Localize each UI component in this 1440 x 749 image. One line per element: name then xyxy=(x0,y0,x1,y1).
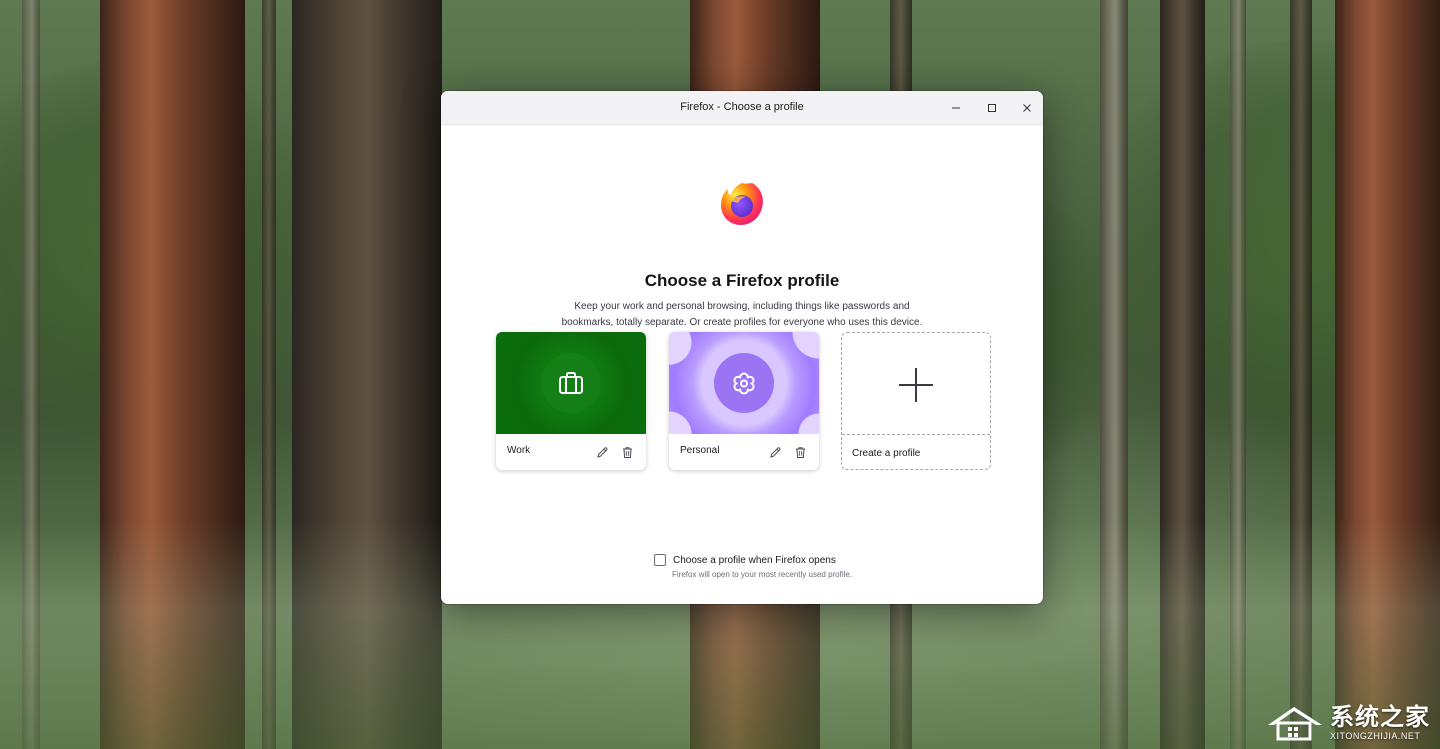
startup-checkbox-label: Choose a profile when Firefox opens xyxy=(673,554,836,566)
profile-name: Work xyxy=(507,445,531,456)
delete-profile-button[interactable] xyxy=(619,444,635,460)
pencil-icon xyxy=(769,446,780,458)
plus-icon xyxy=(899,368,933,402)
profile-avatar xyxy=(541,353,601,413)
profile-card-personal[interactable]: Personal xyxy=(669,332,819,470)
page-description: Keep your work and personal browsing, in… xyxy=(561,301,923,328)
delete-profile-button[interactable] xyxy=(792,444,808,460)
trash-icon xyxy=(795,446,805,458)
minimize-button[interactable] xyxy=(938,91,974,124)
startup-checkbox[interactable] xyxy=(654,554,666,566)
house-logo-icon xyxy=(1268,707,1322,741)
firefox-logo xyxy=(721,183,763,225)
title-bar[interactable]: Firefox - Choose a profile xyxy=(441,91,1043,125)
trash-icon xyxy=(622,446,632,458)
profile-avatar xyxy=(714,353,774,413)
edit-profile-button[interactable] xyxy=(594,444,610,460)
profile-art xyxy=(669,332,819,434)
watermark: 系统之家 XITONGZHIJIA.NET xyxy=(1264,703,1430,743)
watermark-text: 系统之家 xyxy=(1330,704,1430,731)
maximize-button[interactable] xyxy=(974,91,1010,124)
edit-profile-button[interactable] xyxy=(767,444,783,460)
card-divider xyxy=(842,434,990,435)
page-title: Choose a Firefox profile xyxy=(644,271,840,290)
pencil-icon xyxy=(596,446,607,458)
profile-card-footer: Personal xyxy=(669,434,819,470)
flower-icon xyxy=(733,372,755,395)
profile-chooser-window: Firefox - Choose a profile Choose a Fire… xyxy=(441,91,1043,604)
briefcase-icon xyxy=(559,372,583,394)
window-content: Choose a Firefox profile Keep your work … xyxy=(441,125,1043,604)
profile-art xyxy=(496,332,646,434)
create-profile-label: Create a profile xyxy=(852,448,921,459)
watermark-url: XITONGZHIJIA.NET xyxy=(1330,731,1421,741)
close-icon xyxy=(1023,103,1031,112)
startup-checkbox-hint: Firefox will open to your most recently … xyxy=(672,570,853,579)
maximize-icon xyxy=(988,103,996,112)
create-profile-button[interactable]: Create a profile xyxy=(841,332,991,470)
profile-name: Personal xyxy=(680,445,720,456)
profile-card-footer: Work xyxy=(496,434,646,470)
profile-card-work[interactable]: Work xyxy=(496,332,646,470)
minimize-icon xyxy=(952,107,960,108)
close-button[interactable] xyxy=(1009,91,1043,124)
startup-option[interactable]: Choose a profile when Firefox opens xyxy=(654,553,836,567)
